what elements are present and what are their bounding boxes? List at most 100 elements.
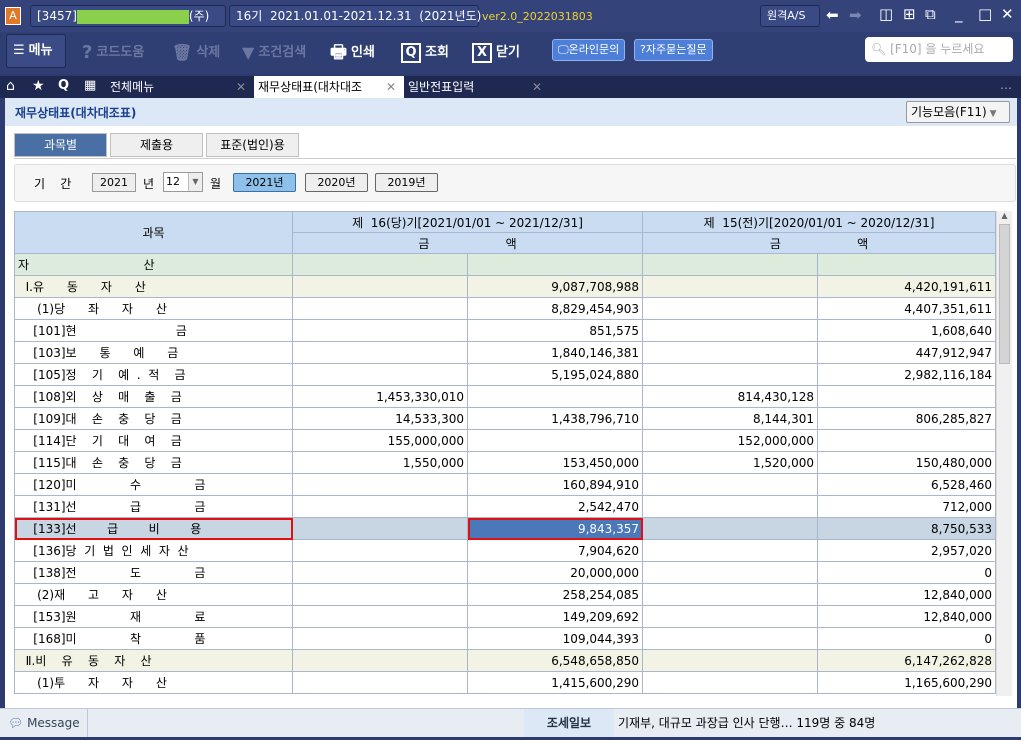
code-help-button[interactable]: ? 코드도움: [82, 40, 144, 66]
maximize-icon[interactable]: □: [978, 5, 992, 23]
table-row[interactable]: [109]대 손 충 당 금 14,533,300 1,438,796,710 8,1…: [14, 407, 997, 430]
account-name-cell[interactable]: [120]미 수 금: [14, 473, 293, 496]
table-row[interactable]: Ⅱ.비 유 동 자 산 6,548,658,850 6,147,262,828: [14, 649, 997, 672]
amount-cell[interactable]: 150,480,000: [817, 451, 997, 474]
month-select[interactable]: 12 ▼: [163, 172, 203, 192]
amount-cell[interactable]: 153,450,000: [466, 451, 644, 474]
account-name-cell[interactable]: [133]선 급 비 용: [14, 517, 293, 540]
window-icon[interactable]: ⧉: [925, 5, 936, 23]
amount-cell[interactable]: 258,254,085: [466, 583, 644, 606]
amount-cell[interactable]: [292, 495, 468, 518]
more-tabs-icon[interactable]: …: [1000, 78, 1012, 92]
grid-icon[interactable]: ⊞: [903, 5, 916, 23]
amount-cell[interactable]: 2,542,470: [466, 495, 644, 518]
amount-cell[interactable]: 160,894,910: [466, 473, 644, 496]
chevron-down-icon[interactable]: ▼: [188, 173, 202, 191]
amount-cell[interactable]: 2,982,116,184: [817, 363, 997, 386]
menu-button[interactable]: ☰ 메뉴: [6, 34, 66, 68]
company-selector[interactable]: [3457] (주): [30, 5, 226, 27]
amount-cell[interactable]: [292, 649, 468, 672]
amount-cell[interactable]: 1,453,330,010: [292, 385, 468, 408]
table-row[interactable]: [114]단 기 대 여 금 155,000,000 152,000,000: [14, 429, 997, 452]
minimize-icon[interactable]: _: [955, 5, 963, 23]
amount-cell[interactable]: [466, 429, 644, 452]
faq-button[interactable]: ?자주묻는질문: [634, 39, 713, 61]
amount-cell[interactable]: [642, 275, 819, 298]
amount-cell[interactable]: [292, 473, 468, 496]
condition-search-button[interactable]: ▼ 조건검색: [242, 40, 306, 66]
amount-cell[interactable]: 1,520,000: [642, 451, 819, 474]
table-row[interactable]: (1)투 자 자 산 1,415,600,290 1,165,600,290: [14, 671, 997, 694]
account-name-cell[interactable]: (2)재 고 자 산: [14, 583, 293, 606]
amount-cell[interactable]: [292, 605, 468, 628]
account-name-cell[interactable]: [109]대 손 충 당 금: [14, 407, 293, 430]
table-row[interactable]: [115]대 손 충 당 금 1,550,000 153,450,000 1,520,…: [14, 451, 997, 474]
account-name-cell[interactable]: [101]현 금: [14, 319, 293, 342]
amount-cell[interactable]: [292, 341, 468, 364]
year-2019-button[interactable]: 2019년: [375, 173, 438, 192]
account-name-cell[interactable]: (1)당 좌 자 산: [14, 297, 293, 320]
table-row[interactable]: [136]당 기 법 인 세 자 산 7,904,620 2,957,020: [14, 539, 997, 562]
year-input[interactable]: 2021: [92, 173, 136, 192]
tab-journal-entry[interactable]: 일반전표입력 ✕: [404, 76, 550, 98]
amount-cell[interactable]: 4,420,191,611: [817, 275, 997, 298]
amount-cell[interactable]: [642, 473, 819, 496]
year-2020-button[interactable]: 2020년: [305, 173, 368, 192]
amount-cell[interactable]: [292, 275, 468, 298]
account-name-cell[interactable]: (1)투 자 자 산: [14, 671, 293, 694]
amount-cell[interactable]: 109,044,393: [466, 627, 644, 650]
amount-cell[interactable]: 149,209,692: [466, 605, 644, 628]
close-button[interactable]: X 닫기: [472, 40, 520, 66]
period-selector[interactable]: 16기 2021.01.01-2021.12.31 (2021년도): [229, 5, 481, 27]
amount-cell[interactable]: 814,430,128: [642, 385, 819, 408]
table-row[interactable]: [138]전 도 금 20,000,000 0: [14, 561, 997, 584]
close-tab-icon[interactable]: ✕: [386, 76, 396, 98]
amount-cell[interactable]: 6,147,262,828: [817, 649, 997, 672]
amount-cell[interactable]: 806,285,827: [817, 407, 997, 430]
amount-cell[interactable]: 1,165,600,290: [817, 671, 997, 694]
amount-cell[interactable]: [642, 539, 819, 562]
amount-cell[interactable]: 1,840,146,381: [466, 341, 644, 364]
news-ticker[interactable]: 기재부, 대규모 과장급 인사 단행… 119명 중 84명: [618, 709, 875, 737]
table-row[interactable]: [168]미 착 품 109,044,393 0: [14, 627, 997, 650]
close-tab-icon[interactable]: ✕: [532, 76, 542, 98]
amount-cell[interactable]: [642, 297, 819, 320]
online-inquiry-button[interactable]: 🖵온라인문의: [552, 39, 626, 61]
amount-cell[interactable]: 6,528,460: [817, 473, 997, 496]
subtab-submission[interactable]: 제출용: [110, 133, 203, 157]
amount-cell[interactable]: [642, 627, 819, 650]
table-row[interactable]: [153]원 재 료 149,209,692 12,840,000: [14, 605, 997, 628]
table-row[interactable]: [101]현 금 851,575 1,608,640: [14, 319, 997, 342]
delete-button[interactable]: 🗑 삭제: [172, 40, 220, 66]
amount-cell[interactable]: [292, 561, 468, 584]
amount-cell[interactable]: [642, 341, 819, 364]
amount-cell[interactable]: [292, 517, 468, 540]
account-name-cell[interactable]: [131]선 급 금: [14, 495, 293, 518]
table-row[interactable]: [105]정 기 예 . 적 금 5,195,024,880 2,982,116,1…: [14, 363, 997, 386]
amount-cell[interactable]: 2,957,020: [817, 539, 997, 562]
account-name-cell[interactable]: [115]대 손 충 당 금: [14, 451, 293, 474]
account-name-cell[interactable]: [138]전 도 금: [14, 561, 293, 584]
calendar-icon[interactable]: ▦: [84, 78, 96, 93]
subtab-standard[interactable]: 표준(법인)용: [206, 133, 299, 157]
back-arrow-icon[interactable]: ⬅: [826, 6, 839, 24]
amount-cell[interactable]: [292, 319, 468, 342]
tab-all-menu[interactable]: 전체메뉴 ✕: [106, 76, 254, 98]
tab-balance-sheet[interactable]: 재무상태표(대차대조 ✕: [254, 76, 404, 98]
amount-cell[interactable]: [642, 495, 819, 518]
amount-cell[interactable]: [642, 561, 819, 584]
star-icon[interactable]: ★: [32, 78, 45, 94]
amount-cell[interactable]: [292, 627, 468, 650]
amount-cell[interactable]: [642, 517, 819, 540]
scroll-up-icon[interactable]: ▲: [997, 211, 1012, 220]
table-row[interactable]: [108]외 상 매 출 금 1,453,330,010 814,430,128: [14, 385, 997, 408]
amount-cell[interactable]: [642, 649, 819, 672]
close-tab-icon[interactable]: ✕: [236, 76, 246, 98]
amount-cell[interactable]: 14,533,300: [292, 407, 468, 430]
amount-cell[interactable]: [292, 671, 468, 694]
amount-cell[interactable]: [817, 385, 997, 408]
amount-cell[interactable]: 9,087,708,988: [466, 275, 644, 298]
amount-cell[interactable]: [817, 429, 997, 452]
amount-cell[interactable]: 12,840,000: [817, 605, 997, 628]
quick-search-icon[interactable]: Q: [58, 78, 69, 93]
